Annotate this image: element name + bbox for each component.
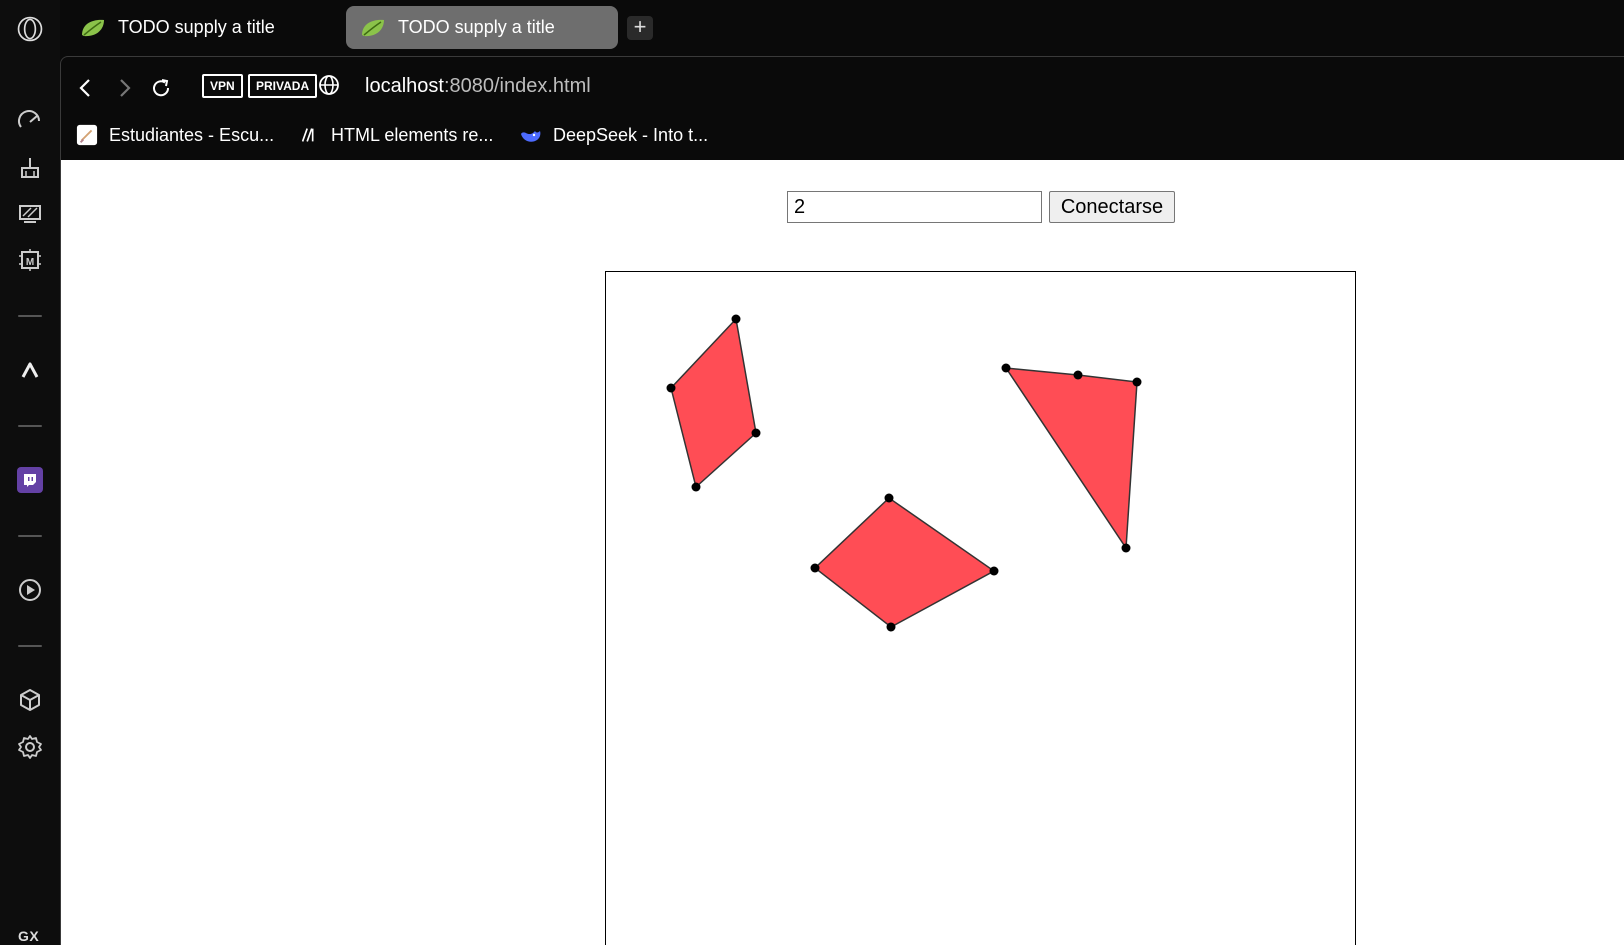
forward-button[interactable] (109, 73, 139, 103)
display-icon[interactable] (15, 199, 45, 229)
cleaner-icon[interactable] (15, 153, 45, 183)
sidebar-divider (18, 535, 42, 537)
center-quadrilateral[interactable] (813, 497, 996, 628)
sidebar-divider (18, 315, 42, 317)
vertex-handle[interactable] (1001, 363, 1011, 373)
vertex-handle[interactable] (989, 566, 999, 576)
sidebar-divider (18, 425, 42, 427)
drawing-canvas[interactable] (605, 271, 1356, 945)
spring-leaf-icon (362, 19, 384, 36)
bookmark-item[interactable]: DeepSeek - Into t... (519, 121, 708, 149)
aria-icon[interactable] (15, 355, 45, 385)
back-arrow-icon (79, 79, 90, 97)
player-icon[interactable] (15, 575, 45, 605)
tab-2-active[interactable]: TODO supply a title (346, 6, 618, 49)
speed-dial-icon[interactable] (15, 107, 45, 137)
left-quadrilateral[interactable] (670, 317, 757, 489)
notebook-icon (75, 123, 99, 147)
vertex-handle[interactable] (810, 563, 820, 573)
reload-icon (153, 79, 170, 97)
room-number-input[interactable] (787, 191, 1042, 223)
connect-button[interactable]: Conectarse (1049, 191, 1175, 223)
tab-title: TODO supply a title (398, 17, 555, 37)
url-host: localhost (365, 75, 444, 97)
bookmark-label: Estudiantes - Escu... (109, 124, 275, 145)
gx-brand-label: GX (18, 928, 40, 944)
new-tab-button[interactable]: + (627, 16, 653, 40)
twitch-icon[interactable] (15, 465, 45, 495)
right-triangle[interactable] (1004, 367, 1138, 551)
vertex-handle[interactable] (731, 314, 741, 324)
vertex-handle[interactable] (691, 482, 701, 492)
sidebar-divider (18, 645, 42, 647)
bookmark-item[interactable]: HTML elements re... (297, 121, 493, 149)
globe-icon[interactable] (317, 73, 341, 97)
vertex-handle[interactable] (751, 428, 761, 438)
extensions-cube-icon[interactable] (15, 685, 45, 715)
vertex-handle[interactable] (1132, 377, 1142, 387)
vertex-handle[interactable] (1121, 543, 1131, 553)
deepseek-whale-icon (519, 123, 543, 147)
vertex-handle[interactable] (666, 383, 676, 393)
settings-gear-icon[interactable] (15, 732, 45, 762)
svg-text:M: M (26, 257, 34, 268)
tab-1[interactable]: TODO supply a title (66, 6, 336, 49)
private-badge: PRIVADA (248, 74, 318, 98)
bookmark-item[interactable]: Estudiantes - Escu... (75, 121, 274, 149)
vertex-handle[interactable] (884, 493, 894, 503)
memory-chip-icon[interactable]: M (15, 245, 45, 275)
back-button[interactable] (71, 73, 101, 103)
tab-title: TODO supply a title (118, 17, 275, 37)
mdn-icon (297, 123, 321, 147)
bookmark-label: DeepSeek - Into t... (553, 124, 709, 145)
url-path: :8080/index.html (443, 75, 591, 97)
forward-arrow-icon (120, 79, 131, 97)
sidebar: M GX (0, 0, 60, 945)
opera-logo-icon[interactable] (13, 12, 47, 46)
polygons-svg (666, 314, 1142, 632)
bookmark-label: HTML elements re... (331, 124, 494, 145)
browser-window: M GX TODO supply a title TODO supply a t… (0, 0, 1624, 945)
reload-button[interactable] (146, 73, 176, 103)
web-page: Conectarse (61, 160, 1624, 945)
address-bar[interactable]: localhost:8080/index.html (365, 75, 591, 98)
vertex-handle[interactable] (1073, 370, 1083, 380)
spring-leaf-icon (82, 19, 104, 36)
vertex-handle[interactable] (886, 622, 896, 632)
vpn-badge[interactable]: VPN (202, 74, 243, 98)
